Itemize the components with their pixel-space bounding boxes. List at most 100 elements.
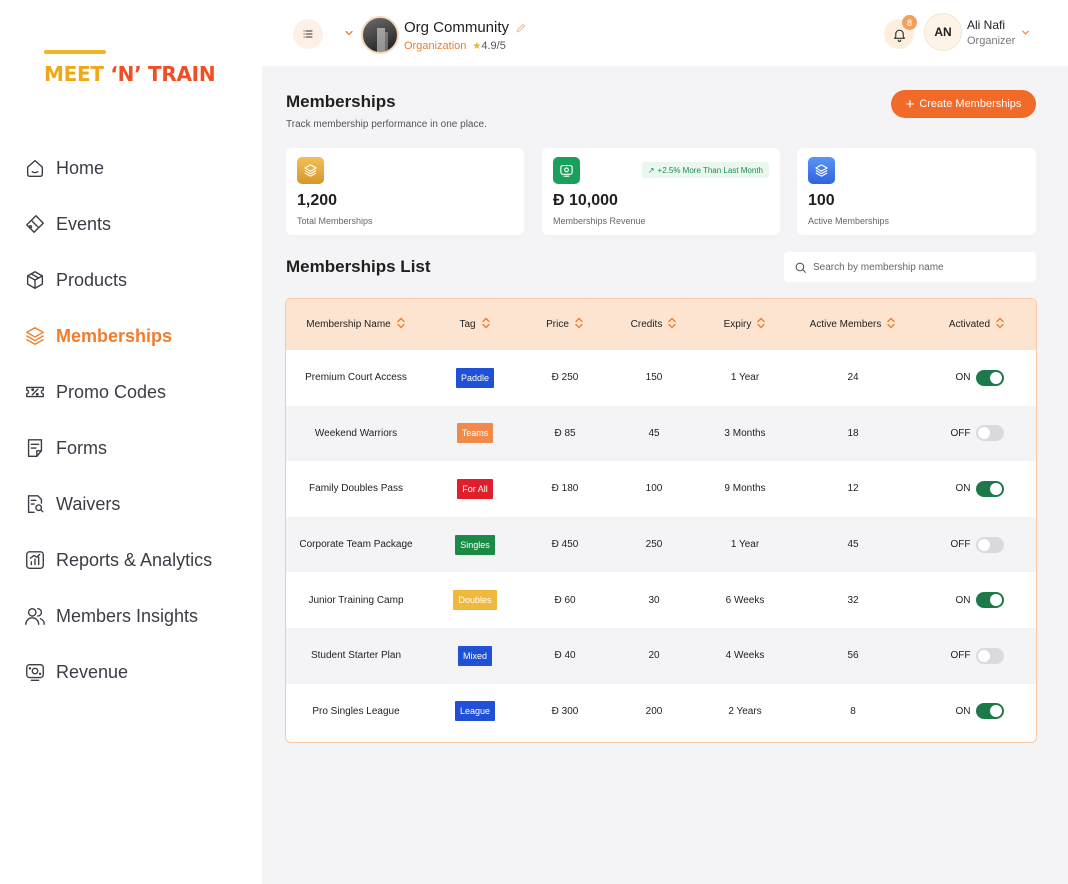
column-header-tag[interactable]: Tag [426,317,524,332]
layers-icon [297,157,324,184]
activated-toggle[interactable] [975,647,1004,664]
stat-value: Đ 10,000 [553,192,618,209]
tag-badge: League [454,701,496,722]
column-header-active-members[interactable]: Active Members [788,317,918,332]
tag-cell: Paddle [426,367,524,388]
sidebar-item-events[interactable]: Events [24,196,212,252]
stat-card-revenue: ↗ +2.5% More Than Last Month Đ 10,000 Me… [542,148,780,235]
events-icon [26,215,44,233]
activated-toggle[interactable] [975,425,1004,442]
sidebar-item-label: Promo Codes [56,381,167,402]
activated-toggle[interactable] [975,369,1004,386]
activated-cell: ON [918,480,1036,497]
price: Đ 250 [551,372,579,384]
org-meta: Organization ★4.9/5 [404,40,506,52]
user-avatar[interactable]: AN [924,13,962,51]
activated-toggle[interactable] [975,703,1004,720]
column-label: Price [546,319,569,330]
price: Đ 85 [554,427,576,439]
table-header: Membership Name Tag Price Credits Expiry… [286,299,1036,350]
search-box[interactable] [784,252,1036,282]
column-header-activated[interactable]: Activated [918,317,1036,332]
active-members: 56 [847,650,859,662]
create-memberships-button[interactable]: + Create Memberships [891,90,1036,118]
activated-status: ON [955,483,971,495]
list-icon [303,30,313,38]
sort-icon[interactable] [574,317,584,332]
sort-icon[interactable] [396,317,406,332]
activated-toggle[interactable] [975,592,1004,609]
sidebar-item-home[interactable]: Home [24,140,212,196]
user-name[interactable]: Ali Nafi [967,18,1005,32]
user-role: Organizer [967,35,1016,47]
table-row[interactable]: Student Starter Plan Mixed Đ 40 20 4 Wee… [286,627,1036,684]
sidebar-item-promo-codes[interactable]: Promo Codes [24,364,212,420]
sort-icon[interactable] [756,317,766,332]
stat-label: Memberships Revenue [553,216,646,226]
layers-icon [26,327,44,345]
column-header-credits[interactable]: Credits [606,317,702,332]
table-row[interactable]: Family Doubles Pass For All Đ 180 100 9 … [286,461,1036,517]
stat-label: Active Memberships [808,216,890,226]
column-label: Membership Name [306,319,391,330]
list-title: Memberships List [286,257,431,276]
activated-toggle[interactable] [975,536,1004,553]
activated-status: ON [955,594,971,606]
org-rating: ★4.9/5 [472,40,505,52]
expiry: 9 Months [724,483,766,495]
column-label: Activated [948,319,991,330]
column-label: Expiry [723,319,752,330]
table-row[interactable]: Weekend Warriors Teams Đ 85 45 3 Months … [286,405,1036,462]
tag-cell: Doubles [426,590,524,611]
sidebar-item-label: Products [56,269,128,290]
membership-name: Student Starter Plan [310,650,402,662]
revenue-icon [26,663,44,681]
sidebar-item-reports[interactable]: Reports & Analytics [24,532,212,588]
table-row[interactable]: Pro Singles League League Đ 300 200 2 Ye… [286,684,1036,740]
active-members: 8 [850,705,856,717]
search-input[interactable] [813,261,1013,273]
org-name[interactable]: Org Community [404,19,527,36]
table-row[interactable]: Junior Training Camp Doubles Đ 60 30 6 W… [286,572,1036,628]
sidebar-item-memberships[interactable]: Memberships [24,308,212,364]
tag-cell: Singles [426,534,524,555]
tag-cell: League [426,701,524,722]
column-header-price[interactable]: Price [524,317,606,332]
tag-badge: Teams [456,423,494,444]
edit-icon[interactable] [515,22,527,34]
tag-badge: Mixed [457,645,492,666]
column-header-expiry[interactable]: Expiry [702,317,788,332]
tag-cell: Mixed [426,645,524,666]
org-avatar[interactable] [361,16,399,54]
membership-name: Weekend Warriors [314,427,398,439]
sort-icon[interactable] [886,317,896,332]
sort-icon[interactable] [481,317,491,332]
sidebar-item-waivers[interactable]: Waivers [24,476,212,532]
sort-icon[interactable] [995,317,1005,332]
activated-toggle[interactable] [975,480,1004,497]
brand-logo[interactable]: MEET ‘N’ TRAIN [44,50,216,86]
sort-icon[interactable] [667,317,677,332]
menu-toggle-button[interactable] [293,19,323,49]
sidebar-item-label: Home [56,157,105,178]
chevron-down-icon[interactable] [343,27,355,39]
column-label: Tag [459,319,476,330]
sidebar-item-forms[interactable]: Forms [24,420,212,476]
column-label: Credits [630,319,663,330]
activated-cell: OFF [918,647,1036,664]
activated-status: ON [955,705,971,717]
sidebar-item-members-insights[interactable]: Members Insights [24,588,212,644]
column-header-name[interactable]: Membership Name [286,317,426,332]
stat-label: Total Memberships [297,216,373,226]
chevron-down-icon[interactable] [1020,27,1031,38]
active-members: 45 [847,539,859,551]
plus-icon: + [905,95,915,113]
tag-cell: Teams [426,423,524,444]
sidebar-item-products[interactable]: Products [24,252,212,308]
table-row[interactable]: Premium Court Access Paddle Đ 250 150 1 … [286,350,1036,406]
sidebar-item-revenue[interactable]: Revenue [24,644,212,700]
table-row[interactable]: Corporate Team Package Singles Đ 450 250… [286,516,1036,573]
form-icon [27,439,43,457]
layers-icon [808,157,835,184]
active-members: 18 [847,427,859,439]
